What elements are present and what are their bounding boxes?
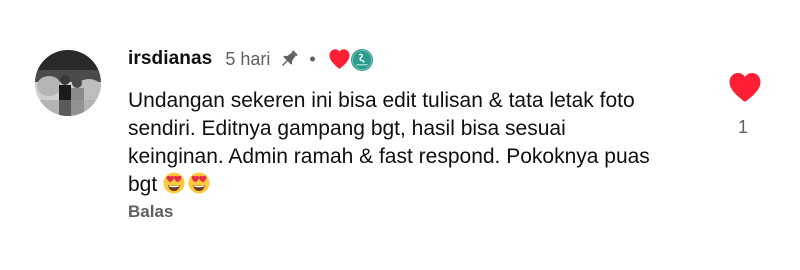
like-button[interactable] [727, 70, 763, 106]
comment-timestamp[interactable]: 5 hari [225, 49, 270, 70]
meta-separator: • [309, 48, 316, 69]
pin-icon [278, 48, 300, 70]
comment-body: Undangan sekeren ini bisa edit tulisan &… [128, 87, 688, 199]
heart-eyes-emoji [163, 172, 185, 194]
author-name[interactable]: irsdianas [128, 48, 212, 70]
comment-text-line: sendiri. Editnya gampang bgt, hasil bisa… [128, 117, 566, 140]
avatar-photo [35, 50, 101, 116]
heart-eyes-emoji [188, 172, 210, 194]
comment-text-line: keinginan. Admin ramah & fast respond. P… [128, 145, 650, 168]
comment-thread: irsdianas 5 hari • Undangan sekeren ini … [0, 0, 800, 270]
comment-text-line: Undangan sekeren ini bisa edit tulisan &… [128, 89, 635, 112]
comment-header: irsdianas 5 hari • [128, 44, 374, 74]
like-heart-icon [729, 73, 761, 102]
comment-text-line: bgt [128, 173, 158, 196]
creator-heart-icon [328, 46, 374, 72]
avatar[interactable] [35, 50, 101, 116]
like-count: 1 [738, 117, 749, 137]
reply-button[interactable]: Balas [128, 202, 173, 222]
